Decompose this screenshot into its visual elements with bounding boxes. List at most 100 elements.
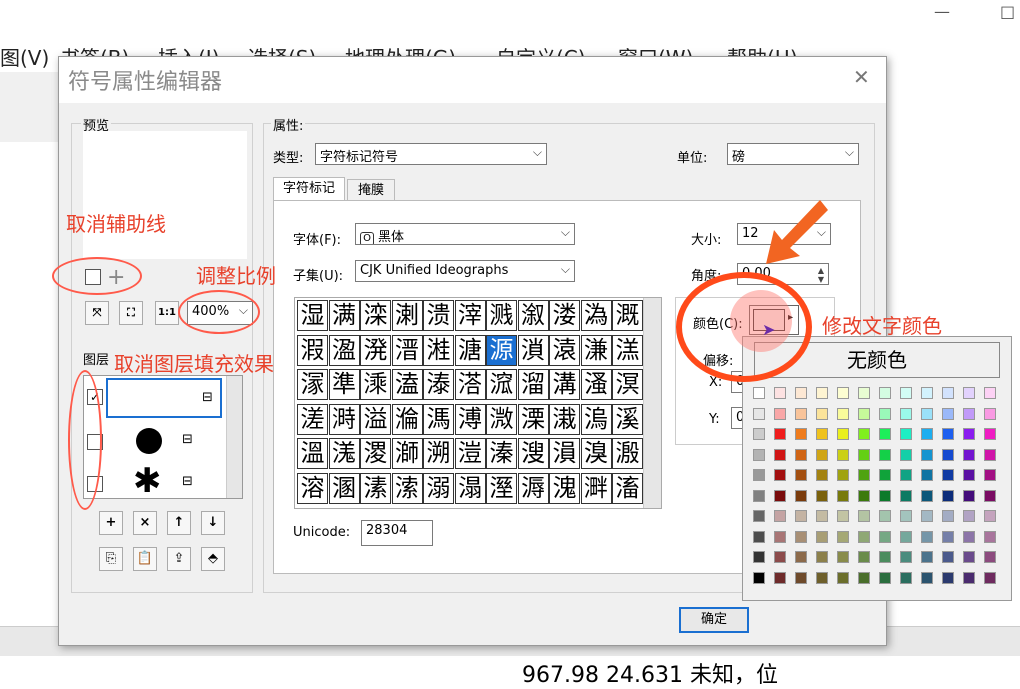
color-swatch[interactable] <box>795 387 807 399</box>
color-swatch[interactable] <box>921 510 933 522</box>
menu-view[interactable]: 图(V) <box>0 42 49 71</box>
export-icon[interactable]: ⇪ <box>167 547 191 571</box>
glyph-cell[interactable]: 溫 <box>297 438 328 469</box>
glyph-cell[interactable]: 溽 <box>517 472 549 504</box>
color-swatch[interactable] <box>984 530 996 543</box>
color-swatch[interactable] <box>963 387 975 399</box>
color-swatch[interactable] <box>753 407 765 420</box>
color-swatch[interactable] <box>858 469 870 481</box>
color-swatch[interactable] <box>795 428 807 440</box>
color-swatch[interactable] <box>879 571 891 584</box>
color-swatch[interactable] <box>774 510 786 522</box>
glyph-cell[interactable]: 溈 <box>580 300 612 331</box>
color-swatch[interactable] <box>795 530 807 543</box>
glyph-cell[interactable]: 溱 <box>486 438 517 469</box>
color-swatch[interactable] <box>816 387 828 399</box>
color-swatch[interactable] <box>900 387 912 399</box>
glyph-cell[interactable]: 溧 <box>517 403 549 435</box>
color-swatch[interactable] <box>984 469 996 481</box>
color-swatch[interactable] <box>753 551 765 563</box>
color-swatch[interactable] <box>921 387 933 399</box>
color-swatch[interactable] <box>774 571 786 584</box>
glyph-cell[interactable]: 湿 <box>297 300 328 331</box>
color-swatch[interactable] <box>900 428 912 440</box>
color-swatch[interactable] <box>984 510 996 522</box>
glyph-cell[interactable]: 溝 <box>549 369 580 400</box>
glyph-cell[interactable]: 溃 <box>423 300 454 331</box>
lock-icon[interactable]: ⊟ <box>182 432 193 447</box>
glyph-cell[interactable]: 溾 <box>549 472 580 504</box>
maximize-button[interactable]: □ <box>1000 2 1015 21</box>
color-swatch[interactable] <box>984 571 996 584</box>
color-swatch[interactable] <box>816 510 828 522</box>
color-swatch[interactable] <box>879 551 891 563</box>
color-swatch[interactable] <box>753 469 765 481</box>
glyph-cell[interactable]: 準 <box>328 369 360 400</box>
glyph-cell[interactable]: 溒 <box>549 334 580 366</box>
glyph-cell[interactable]: 溺 <box>423 472 454 504</box>
color-swatch[interactable] <box>900 448 912 461</box>
color-swatch[interactable] <box>858 428 870 440</box>
color-swatch[interactable] <box>900 489 912 502</box>
color-swatch[interactable] <box>963 571 975 584</box>
color-swatch[interactable] <box>774 469 786 481</box>
color-swatch[interactable] <box>816 428 828 440</box>
color-swatch[interactable] <box>963 530 975 543</box>
glyph-cell[interactable]: 溜 <box>517 369 549 400</box>
color-swatch[interactable] <box>753 510 765 522</box>
move-up-button[interactable]: ↑ <box>167 511 191 535</box>
add-layer-button[interactable]: + <box>99 511 123 535</box>
glyph-cell[interactable]: 溞 <box>580 369 612 400</box>
color-swatch[interactable] <box>900 407 912 420</box>
color-swatch[interactable] <box>942 428 954 440</box>
actual-size-icon[interactable]: 1:1 <box>155 301 179 325</box>
color-swatch[interactable] <box>900 469 912 481</box>
color-swatch[interactable] <box>858 530 870 543</box>
close-icon[interactable]: ✕ <box>853 65 870 89</box>
glyph-cell[interactable]: 溷 <box>328 472 360 504</box>
font-select[interactable]: O 黑体 ⌵ <box>355 223 575 245</box>
color-swatch[interactable] <box>774 489 786 502</box>
color-swatch[interactable] <box>837 469 849 481</box>
color-swatch[interactable] <box>921 469 933 481</box>
color-swatch[interactable] <box>921 428 933 440</box>
color-swatch[interactable] <box>921 448 933 461</box>
color-swatch[interactable] <box>984 407 996 420</box>
ok-button[interactable]: 确定 <box>679 607 749 633</box>
fit-icon[interactable]: ⤧ <box>85 301 109 325</box>
color-swatch[interactable] <box>942 530 954 543</box>
color-swatch[interactable] <box>816 551 828 563</box>
color-swatch[interactable] <box>942 551 954 563</box>
glyph-cell[interactable]: 溣 <box>391 403 423 435</box>
color-swatch[interactable] <box>963 469 975 481</box>
color-swatch[interactable] <box>795 551 807 563</box>
color-swatch[interactable] <box>816 489 828 502</box>
color-swatch[interactable] <box>795 407 807 420</box>
glyph-cell[interactable]: 溑 <box>517 334 549 366</box>
lock-icon[interactable]: ⊟ <box>182 474 193 489</box>
color-swatch[interactable] <box>837 530 849 543</box>
color-swatch[interactable] <box>921 571 933 584</box>
color-swatch[interactable] <box>879 448 891 461</box>
unit-select[interactable]: 磅 ⌵ <box>727 143 859 165</box>
glyph-cell[interactable]: 滀 <box>612 472 643 504</box>
color-swatch[interactable] <box>900 571 912 584</box>
color-swatch[interactable] <box>921 530 933 543</box>
spinner-icon[interactable]: ▲ ▼ <box>818 266 824 284</box>
color-swatch[interactable] <box>795 510 807 522</box>
color-swatch[interactable] <box>900 551 912 563</box>
color-swatch[interactable] <box>753 530 765 543</box>
color-swatch[interactable] <box>753 489 765 502</box>
color-swatch[interactable] <box>795 469 807 481</box>
remove-layer-button[interactable]: × <box>133 511 157 535</box>
color-swatch[interactable] <box>858 551 870 563</box>
color-swatch[interactable] <box>942 571 954 584</box>
color-swatch[interactable] <box>858 510 870 522</box>
glyph-cell[interactable]: 溨 <box>549 403 580 435</box>
unicode-input[interactable]: 28304 <box>361 520 433 546</box>
glyph-cell[interactable]: 溘 <box>391 369 423 400</box>
glyph-cell[interactable]: 溌 <box>360 334 391 366</box>
color-swatch[interactable] <box>879 489 891 502</box>
glyph-cell[interactable]: 溳 <box>549 438 580 469</box>
color-swatch[interactable] <box>984 551 996 563</box>
